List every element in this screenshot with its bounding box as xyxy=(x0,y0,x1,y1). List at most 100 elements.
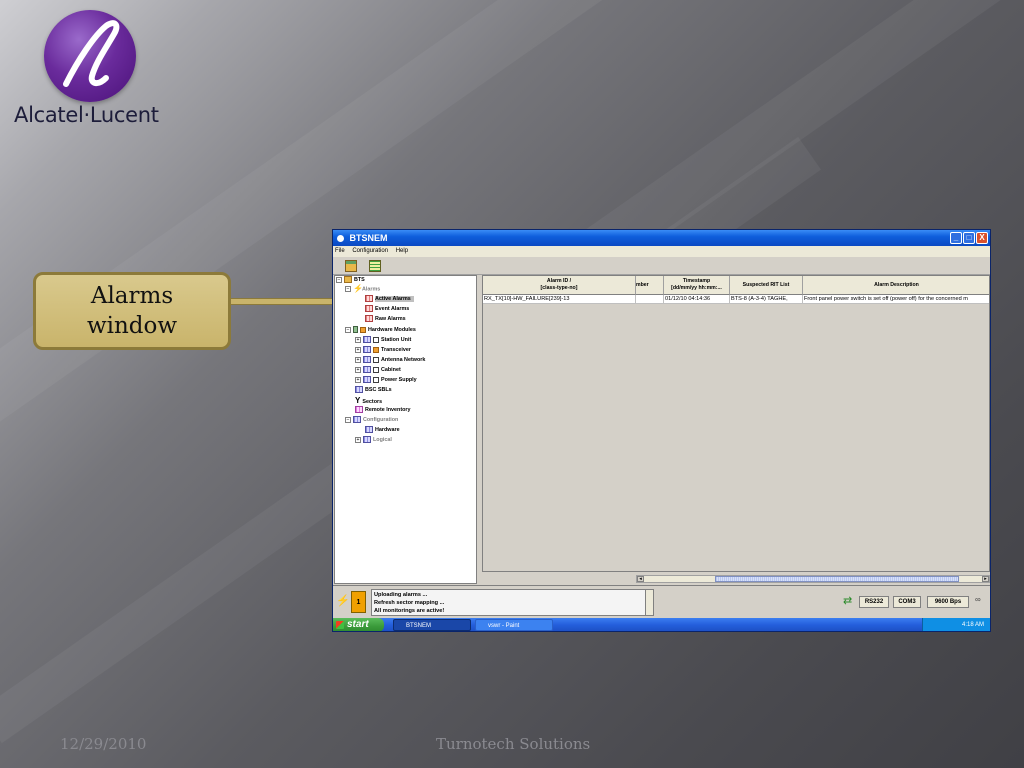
column-header-suspected-rit[interactable]: Suspected RIT List xyxy=(730,276,803,295)
status-log-scrollbar[interactable] xyxy=(645,589,654,616)
tree-node-sectors[interactable]: Y Sectors xyxy=(355,396,382,405)
status-bar: ⚡ 1 Uploading alarms ... Refresh sector … xyxy=(333,585,990,618)
minimize-button[interactable]: _ xyxy=(950,232,962,244)
bts-tree-tool-icon[interactable] xyxy=(345,260,357,272)
tree-label: Raw Alarms xyxy=(375,316,406,322)
table-cell-alarm-id[interactable]: RX_TX[10]-HW_FAILURE[239]-13 xyxy=(483,295,636,304)
active-alarms-table: Alarm ID / [class-type-no] mber Timestamp… xyxy=(482,275,990,572)
table-cell-number[interactable] xyxy=(636,295,664,304)
task-vswr-paint[interactable]: vswr - Paint xyxy=(475,619,553,631)
header-line: Suspected RIT List xyxy=(742,282,790,288)
status-message: Uploading alarms ... xyxy=(374,592,428,598)
alarm-list-icon xyxy=(365,305,373,313)
tree-node-station-unit[interactable]: + Station Unit xyxy=(355,336,411,345)
column-header-number[interactable]: mber xyxy=(636,276,664,295)
checkbox-icon[interactable] xyxy=(373,356,379,363)
baud-rate-box: 9600 Bps xyxy=(927,596,969,608)
start-button[interactable]: start xyxy=(333,618,384,631)
clock[interactable]: 4:18 AM xyxy=(962,622,984,628)
title-bar[interactable]: BTSNEM _ □ X xyxy=(333,230,990,246)
alarm-count-badge[interactable]: 1 xyxy=(351,591,366,613)
expand-icon[interactable]: + xyxy=(355,376,361,383)
tree-label: Active Alarms xyxy=(375,296,414,302)
task-btsnem[interactable]: BTSNEM xyxy=(393,619,471,631)
table-cell-timestamp[interactable]: 01/12/10 04:14:36 xyxy=(664,295,730,304)
tree-node-transceiver[interactable]: + Transceiver xyxy=(355,346,411,355)
menu-configuration[interactable]: Configuration xyxy=(352,248,388,254)
checkbox-icon[interactable] xyxy=(373,376,379,383)
alarm-list-icon xyxy=(365,295,373,303)
expand-icon[interactable]: + xyxy=(355,366,361,373)
link-icon: ∞ xyxy=(975,595,981,604)
checkbox-icon[interactable] xyxy=(373,366,379,373)
module-icon xyxy=(363,376,371,384)
expand-icon[interactable]: + xyxy=(355,356,361,363)
scroll-right-arrow-icon[interactable]: ▸ xyxy=(982,576,989,582)
navigation-tree: − BTS − ⚡Alarms Active Alarms Event Alarms… xyxy=(334,275,477,584)
header-line: Timestamp xyxy=(682,278,711,284)
alcatel-lucent-logo-icon xyxy=(44,10,136,102)
tree-label: Remote Inventory xyxy=(365,407,411,413)
maximize-button[interactable]: □ xyxy=(963,232,975,244)
tree-node-configuration[interactable]: − Configuration xyxy=(345,416,398,425)
lightning-icon: ⚡ xyxy=(353,284,363,293)
collapse-icon[interactable]: − xyxy=(345,326,351,333)
window-title: BTSNEM xyxy=(349,233,388,243)
tree-node-active-alarms[interactable]: Active Alarms xyxy=(365,295,414,304)
callout-line-2: window xyxy=(86,313,178,339)
tree-label: Configuration xyxy=(363,417,399,423)
header-line: [class-type-no] xyxy=(540,285,578,291)
tree-label: Hardware Modules xyxy=(368,327,416,333)
brand-name: Alcatel·Lucent xyxy=(14,103,159,127)
table-cell-alarm-description[interactable]: Front panel power switch is set off (pow… xyxy=(803,295,989,304)
alarms-window-callout: Alarms window xyxy=(33,272,231,350)
collapse-icon[interactable]: − xyxy=(345,286,351,292)
alarm-list-icon xyxy=(365,315,373,323)
bts-icon xyxy=(344,276,352,284)
tree-node-remote-inventory[interactable]: Remote Inventory xyxy=(355,406,411,415)
tree-label: Hardware xyxy=(375,427,400,433)
header-line: mber xyxy=(636,282,649,288)
column-header-timestamp[interactable]: Timestamp [dd/mm/yy hh:mm:... xyxy=(664,276,730,295)
tree-label: Sectors xyxy=(362,399,383,405)
scrollbar-thumb[interactable] xyxy=(715,576,959,582)
checkbox-icon[interactable] xyxy=(373,336,379,343)
expand-icon[interactable]: + xyxy=(355,346,361,353)
collapse-icon[interactable]: − xyxy=(345,416,351,423)
tree-node-raw-alarms[interactable]: Raw Alarms xyxy=(365,315,406,324)
port-type-box: RS232 xyxy=(859,596,889,608)
close-button[interactable]: X xyxy=(976,232,988,244)
table-cell-suspected-rit[interactable]: BTS-8 (A-3-4) TAGHE, xyxy=(730,295,803,304)
tree-node-bsc-sbls[interactable]: BSC SBLs xyxy=(355,386,392,395)
menu-file[interactable]: File xyxy=(335,248,345,254)
column-header-alarm-description[interactable]: Alarm Description xyxy=(803,276,989,295)
tree-node-antenna-network[interactable]: + Antenna Network xyxy=(355,356,425,365)
tree-label: BSC SBLs xyxy=(365,387,392,393)
expand-icon[interactable]: + xyxy=(355,436,361,443)
expand-icon[interactable]: + xyxy=(355,336,361,343)
header-line: [dd/mm/yy hh:mm:... xyxy=(671,285,722,291)
tree-node-hardware[interactable]: Hardware xyxy=(365,426,400,435)
list-view-tool-icon[interactable] xyxy=(369,260,381,272)
menu-help[interactable]: Help xyxy=(396,248,408,254)
column-header-alarm-id[interactable]: Alarm ID / [class-type-no] xyxy=(483,276,636,295)
status-message: Refresh sector mapping ... xyxy=(374,600,445,606)
collapse-icon[interactable]: − xyxy=(336,276,342,283)
header-line: Alarm Description xyxy=(874,282,919,288)
horizontal-scrollbar[interactable]: ◂ ▸ xyxy=(636,575,990,583)
module-icon xyxy=(363,346,371,354)
tree-node-hardware-modules[interactable]: − Hardware Modules xyxy=(345,326,416,335)
module-icon xyxy=(365,426,373,434)
tree-node-alarms[interactable]: − ⚡Alarms xyxy=(345,285,380,294)
tree-node-cabinet[interactable]: + Cabinet xyxy=(355,366,401,375)
header-line: Alarm ID / xyxy=(546,278,572,284)
tree-node-event-alarms[interactable]: Event Alarms xyxy=(365,305,409,314)
com-port-box: COM3 xyxy=(893,596,921,608)
callout-line-1: Alarms xyxy=(90,283,174,309)
tree-node-logical[interactable]: + Logical xyxy=(355,436,392,445)
btsnem-window: BTSNEM _ □ X File Configuration Help − BT… xyxy=(332,229,991,632)
tree-label: Event Alarms xyxy=(375,306,410,312)
tree-node-power-supply[interactable]: + Power Supply xyxy=(355,376,417,385)
scroll-left-arrow-icon[interactable]: ◂ xyxy=(637,576,644,582)
toolbar xyxy=(333,257,990,275)
